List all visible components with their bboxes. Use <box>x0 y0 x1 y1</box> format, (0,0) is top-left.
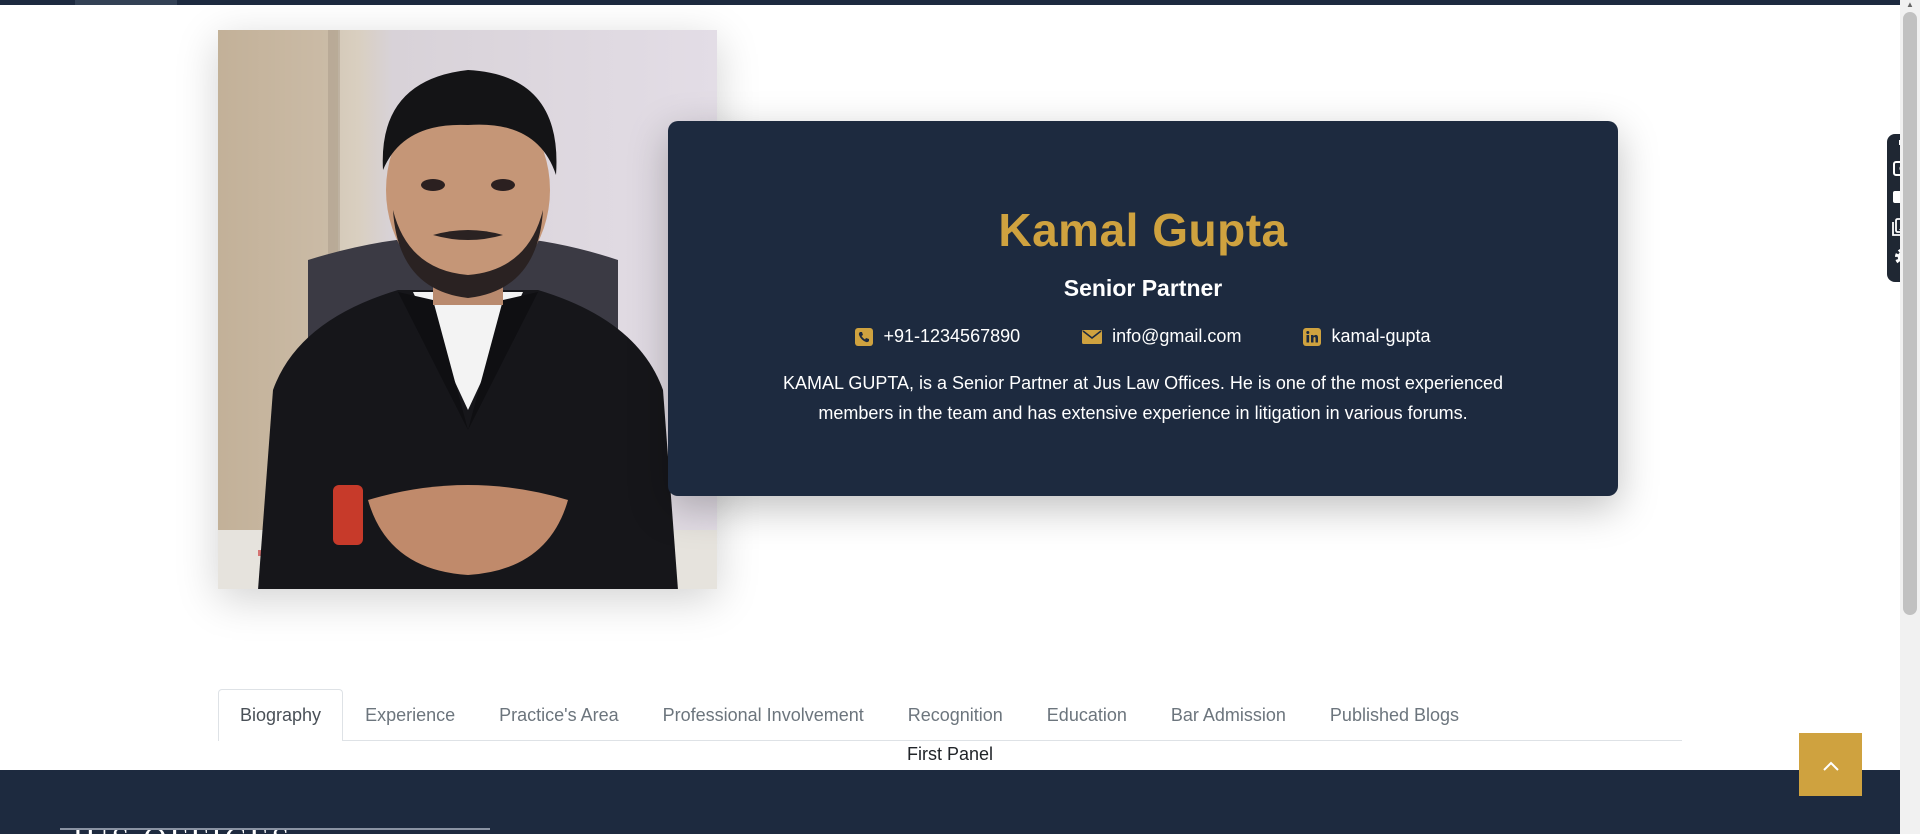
chevron-up-icon <box>1822 751 1840 779</box>
profile-name: Kamal Gupta <box>998 204 1288 256</box>
profile-bio: KAMAL GUPTA, is a Senior Partner at Jus … <box>783 373 1503 423</box>
tab-practice-area[interactable]: Practice's Area <box>477 689 641 741</box>
scrollbar-thumb[interactable] <box>1903 12 1917 615</box>
tab-experience[interactable]: Experience <box>343 689 477 741</box>
profile-tabs: Biography Experience Practice's Area Pro… <box>218 689 1682 741</box>
linkedin-icon <box>1303 327 1322 346</box>
tab-education[interactable]: Education <box>1025 689 1149 741</box>
tab-bar-admission[interactable]: Bar Admission <box>1149 689 1308 741</box>
tab-panel-content: First Panel <box>906 744 994 764</box>
profile-role: Senior Partner <box>1063 275 1223 301</box>
contact-email[interactable]: info@gmail.com <box>1082 326 1241 347</box>
scroll-up-arrow-icon[interactable]: ▲ <box>1904 0 1916 10</box>
phone-square-icon <box>855 327 874 346</box>
tab-published-blogs[interactable]: Published Blogs <box>1308 689 1481 741</box>
contact-linkedin[interactable]: kamal-gupta <box>1303 326 1431 347</box>
footer: JUS OFFICES <box>0 770 1900 834</box>
contact-email-text: info@gmail.com <box>1112 326 1242 346</box>
footer-divider <box>60 828 490 830</box>
footer-logo[interactable]: JUS OFFICES <box>70 820 292 834</box>
top-bar-active-segment <box>75 0 177 5</box>
portrait-image <box>218 30 717 589</box>
back-to-top-button[interactable] <box>1799 733 1862 796</box>
tab-biography[interactable]: Biography <box>218 689 344 741</box>
profile-photo <box>218 30 717 589</box>
tab-recognition[interactable]: Recognition <box>886 689 1025 741</box>
profile-card: Kamal Gupta Senior Partner +91-123456789… <box>668 121 1618 496</box>
tab-professional-involvement[interactable]: Professional Involvement <box>641 689 886 741</box>
contact-list: +91-1234567890 info@gmail.com kamal-gupt… <box>668 326 1618 347</box>
contact-phone-text: +91-1234567890 <box>883 326 1021 346</box>
contact-phone[interactable]: +91-1234567890 <box>855 326 1020 347</box>
envelope-icon <box>1082 329 1103 345</box>
top-bar <box>0 0 1920 5</box>
contact-linkedin-text: kamal-gupta <box>1331 326 1431 346</box>
